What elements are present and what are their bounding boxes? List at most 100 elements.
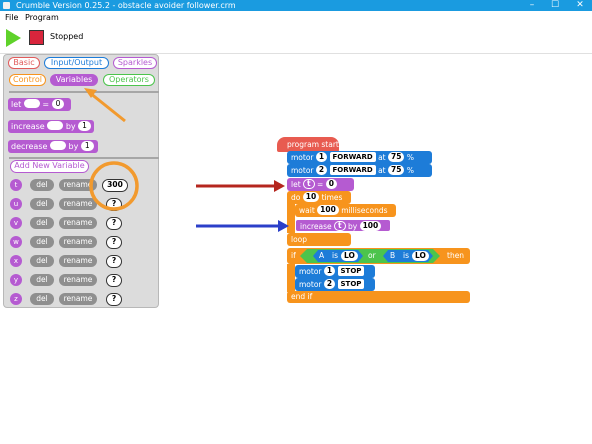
- equals-label: =: [317, 180, 324, 189]
- rename-variable-button[interactable]: rename: [59, 179, 97, 191]
- variable-value: 300: [102, 179, 128, 192]
- motor-number[interactable]: 1: [315, 152, 328, 162]
- condition-a-label: A: [319, 251, 325, 260]
- tab-basic[interactable]: Basic: [8, 57, 40, 69]
- app-icon: [3, 2, 10, 9]
- rename-variable-button[interactable]: rename: [59, 255, 97, 267]
- variable-t[interactable]: t: [10, 179, 22, 191]
- do-loop-header: do 10 times: [287, 191, 342, 204]
- stop-button[interactable]: [29, 30, 44, 45]
- window-title: Crumble Version 0.25.2 - obstacle avoide…: [16, 1, 236, 10]
- motor-speed[interactable]: 75: [388, 152, 405, 162]
- tab-sparkles[interactable]: Sparkles: [113, 57, 157, 69]
- tab-variables[interactable]: Variables: [50, 74, 98, 86]
- let-label: let: [291, 180, 301, 189]
- increase-block[interactable]: increase by 1: [8, 120, 94, 133]
- variable-slot[interactable]: [23, 99, 40, 108]
- variable-value: ?: [106, 198, 122, 211]
- delete-variable-button[interactable]: del: [30, 274, 54, 286]
- let-t-block[interactable]: let t = 0: [287, 178, 354, 191]
- variable-y[interactable]: y: [10, 274, 22, 286]
- red-arrow: [196, 180, 285, 192]
- play-button[interactable]: [6, 29, 21, 47]
- let-value[interactable]: 0: [325, 179, 337, 189]
- motor-2-block[interactable]: motor 2 FORWARD at 75 %: [287, 164, 432, 177]
- condition-a-value[interactable]: LO: [341, 251, 358, 261]
- is-label: is: [403, 251, 409, 260]
- maximize-button[interactable]: ☐: [543, 0, 567, 11]
- status-text: Stopped: [50, 32, 84, 41]
- rename-variable-button[interactable]: rename: [59, 293, 97, 305]
- motor-1-stop-block[interactable]: motor 1 STOP: [295, 265, 375, 278]
- variable-x[interactable]: x: [10, 255, 22, 267]
- delete-variable-button[interactable]: del: [30, 255, 54, 267]
- rename-variable-button[interactable]: rename: [59, 217, 97, 229]
- decrease-by-label: by: [68, 142, 79, 151]
- motor-action[interactable]: STOP: [337, 266, 365, 276]
- title-bar: Crumble Version 0.25.2 - obstacle avoide…: [0, 0, 592, 11]
- variable-slot[interactable]: [49, 141, 66, 150]
- minimize-button[interactable]: –: [520, 0, 544, 11]
- do-times-value[interactable]: 10: [302, 192, 320, 202]
- milliseconds-label: milliseconds: [341, 206, 388, 215]
- program-start-block[interactable]: program start: [277, 137, 339, 152]
- increase-value[interactable]: 100: [359, 221, 382, 231]
- motor-number[interactable]: 1: [323, 266, 336, 276]
- by-label: by: [348, 222, 358, 231]
- let-value[interactable]: 0: [51, 98, 65, 109]
- increase-value[interactable]: 1: [78, 120, 91, 131]
- rename-variable-button[interactable]: rename: [59, 274, 97, 286]
- motor-2-stop-block[interactable]: motor 2 STOP: [295, 278, 375, 291]
- increase-label: increase: [11, 122, 45, 131]
- motor-speed[interactable]: 75: [388, 165, 405, 175]
- tab-operators[interactable]: Operators: [103, 74, 155, 86]
- delete-variable-button[interactable]: del: [30, 198, 54, 210]
- variable-t[interactable]: t: [334, 221, 346, 231]
- motor-number[interactable]: 2: [315, 165, 328, 175]
- loop-end-block[interactable]: loop: [287, 233, 351, 246]
- motor-direction[interactable]: FORWARD: [329, 152, 376, 162]
- tab-input-output[interactable]: Input/Output: [44, 57, 109, 69]
- menu-program[interactable]: Program: [25, 11, 59, 24]
- condition-b-value[interactable]: LO: [412, 251, 429, 261]
- variable-value: ?: [106, 217, 122, 230]
- increase-t-block[interactable]: increase t by 100: [295, 219, 391, 232]
- rename-variable-button[interactable]: rename: [59, 236, 97, 248]
- end-if-block[interactable]: end if: [287, 291, 470, 303]
- decrease-label: decrease: [11, 142, 48, 151]
- wait-value[interactable]: 100: [317, 205, 339, 215]
- percent-label: %: [406, 166, 414, 175]
- times-label: times: [321, 193, 343, 202]
- variable-slot[interactable]: [47, 121, 64, 130]
- motor-action[interactable]: STOP: [337, 279, 365, 289]
- variable-w[interactable]: w: [10, 236, 22, 248]
- tab-control[interactable]: Control: [9, 74, 46, 86]
- delete-variable-button[interactable]: del: [30, 179, 54, 191]
- variable-t[interactable]: t: [303, 179, 315, 189]
- then-label: then: [447, 251, 465, 260]
- variable-v[interactable]: v: [10, 217, 22, 229]
- let-block[interactable]: let = 0: [8, 98, 71, 111]
- percent-label: %: [406, 153, 414, 162]
- motor-label: motor: [291, 153, 314, 162]
- variable-u[interactable]: u: [10, 198, 22, 210]
- delete-variable-button[interactable]: del: [30, 236, 54, 248]
- motor-number[interactable]: 2: [323, 279, 336, 289]
- decrease-block[interactable]: decrease by 1: [8, 140, 98, 153]
- delete-variable-button[interactable]: del: [30, 217, 54, 229]
- close-button[interactable]: ✕: [568, 0, 592, 11]
- menu-file[interactable]: File: [5, 11, 18, 24]
- add-new-variable-button[interactable]: Add New Variable: [10, 160, 89, 173]
- variable-z[interactable]: z: [10, 293, 22, 305]
- rename-variable-button[interactable]: rename: [59, 198, 97, 210]
- increase-by-label: by: [65, 122, 76, 131]
- wait-block[interactable]: wait 100 milliseconds: [295, 204, 396, 217]
- delete-variable-button[interactable]: del: [30, 293, 54, 305]
- motor-direction[interactable]: FORWARD: [329, 165, 376, 175]
- let-equals: =: [42, 100, 50, 109]
- condition-b-label: B: [390, 251, 396, 260]
- decrease-value[interactable]: 1: [80, 140, 94, 151]
- motor-1-block[interactable]: motor 1 FORWARD at 75 %: [287, 151, 432, 164]
- let-label: let: [11, 100, 22, 109]
- menu-bar: File Program: [0, 11, 592, 24]
